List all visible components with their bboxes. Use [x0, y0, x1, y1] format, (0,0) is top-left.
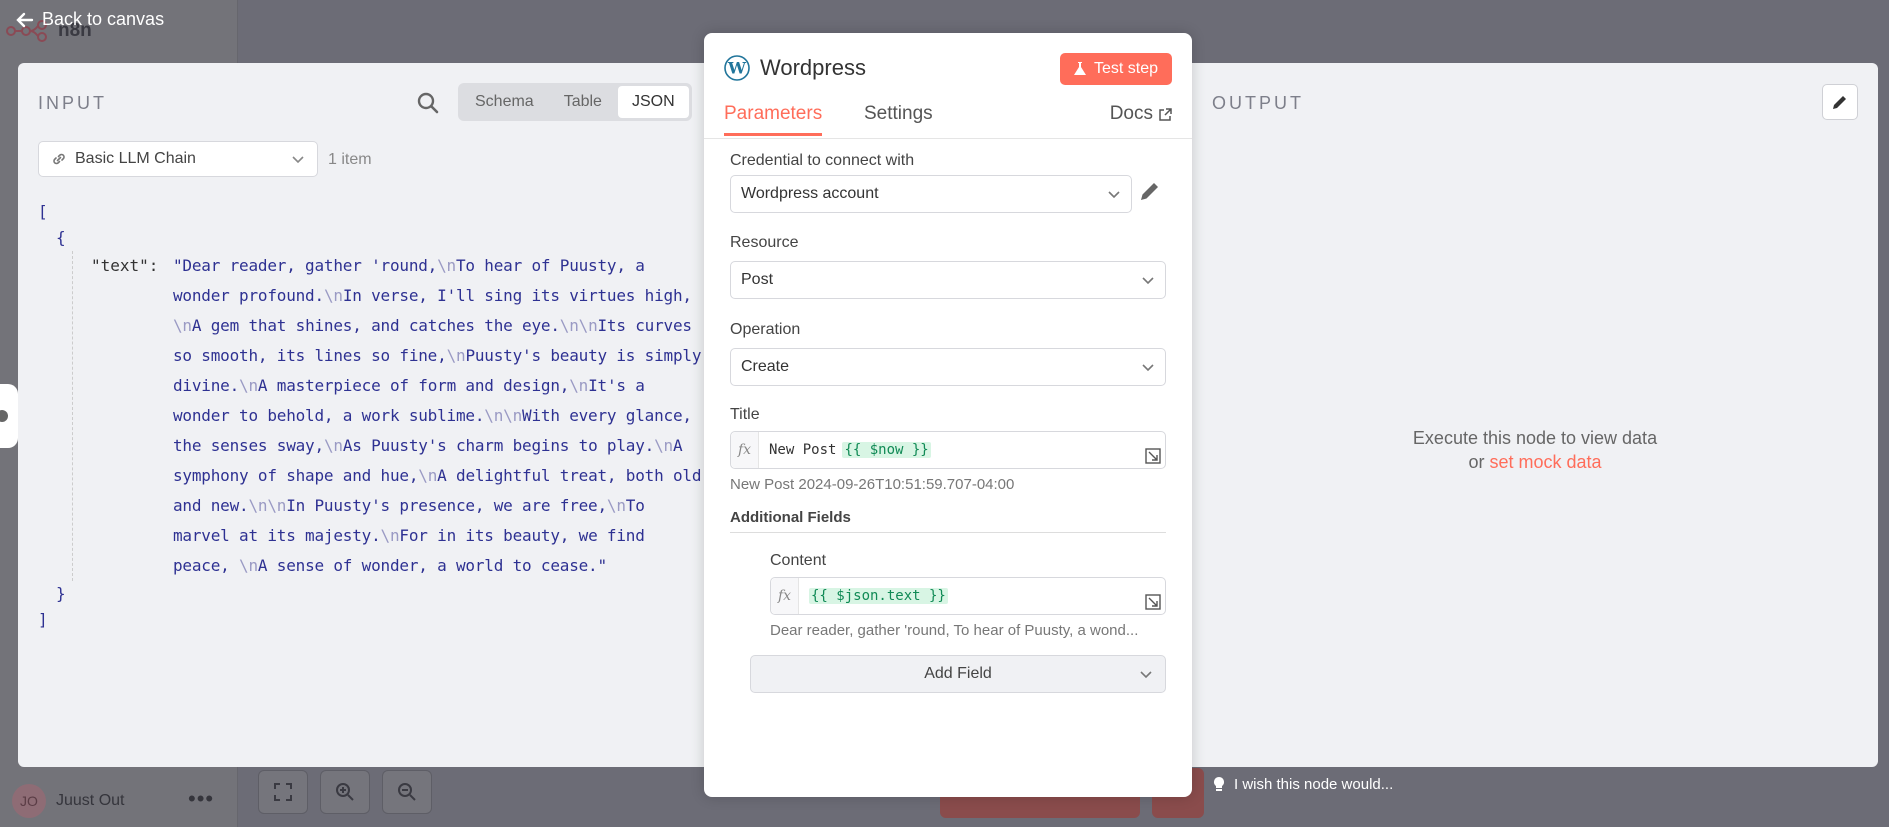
- svg-text:W: W: [727, 59, 747, 78]
- node-settings-panel: W Wordpress Test step Parameters Setting…: [704, 33, 1192, 797]
- json-key: "text":: [91, 256, 159, 275]
- content-label: Content: [770, 552, 827, 569]
- resource-select[interactable]: Post: [730, 261, 1166, 299]
- json-view: [ { "text": "Dear reader, gather 'round,…: [38, 199, 708, 633]
- zoom-out-icon: [398, 783, 416, 801]
- credential-select[interactable]: Wordpress account: [730, 175, 1132, 213]
- zoom-in-button[interactable]: [320, 770, 370, 814]
- user-name: Juust Out: [56, 792, 125, 809]
- tab-json[interactable]: JSON: [617, 86, 689, 118]
- input-panel: INPUT Schema Table JSON Basic LLM Chain …: [18, 63, 704, 767]
- back-label: Back to canvas: [42, 9, 165, 29]
- flask-icon: [1073, 62, 1086, 75]
- fullscreen-icon: [274, 783, 292, 801]
- chevron-down-icon: [1141, 360, 1155, 374]
- tab-schema[interactable]: Schema: [461, 86, 548, 118]
- docs-label: Docs: [1109, 103, 1153, 124]
- json-close-array: ]: [38, 610, 48, 629]
- canvas-left-handle: [0, 384, 18, 448]
- set-mock-data-link[interactable]: set mock data: [1489, 452, 1601, 472]
- feedback-label: I wish this node would...: [1234, 776, 1394, 793]
- operation-value: Create: [741, 358, 790, 375]
- chevron-down-icon: [291, 152, 305, 166]
- pencil-icon[interactable]: [1138, 179, 1162, 203]
- avatar: JO: [12, 784, 46, 818]
- tab-docs[interactable]: Docs: [1110, 103, 1172, 133]
- output-message-or: or: [1468, 452, 1485, 472]
- expand-icon[interactable]: [1145, 594, 1161, 610]
- chevron-down-icon: [1141, 273, 1155, 287]
- fx-icon: fx: [771, 578, 799, 614]
- search-icon[interactable]: [416, 91, 440, 115]
- feedback-link[interactable]: I wish this node would...: [1212, 776, 1393, 793]
- json-value: "Dear reader, gather 'round,\nTo hear of…: [173, 256, 702, 575]
- wordpress-icon: W: [724, 55, 750, 81]
- title-preview: New Post 2024-09-26T10:51:59.707-04:00: [730, 476, 1015, 493]
- input-node-select[interactable]: Basic LLM Chain: [38, 141, 318, 177]
- external-link-icon: [1159, 107, 1172, 121]
- add-field-label: Add Field: [924, 665, 992, 682]
- node-name: Wordpress: [760, 55, 866, 80]
- add-field-button[interactable]: Add Field: [750, 655, 1166, 693]
- output-title: OUTPUT: [1212, 93, 1304, 113]
- test-step-label: Test step: [1093, 60, 1158, 77]
- arrow-left-icon: [16, 12, 34, 27]
- node-header: W Wordpress: [724, 55, 866, 81]
- output-message-line1: Execute this node to view data: [1412, 428, 1658, 448]
- output-empty-message: Execute this node to view data or set mo…: [1360, 426, 1710, 474]
- credential-label: Credential to connect with: [730, 152, 915, 169]
- title-label: Title: [730, 406, 760, 423]
- input-node-name: Basic LLM Chain: [75, 150, 196, 167]
- operation-label: Operation: [730, 321, 801, 338]
- test-step-button[interactable]: Test step: [1059, 53, 1172, 85]
- tab-table[interactable]: Table: [550, 86, 616, 118]
- chevron-down-icon: [1139, 667, 1153, 681]
- fx-icon: fx: [731, 432, 759, 468]
- resource-label: Resource: [730, 234, 799, 251]
- input-title: INPUT: [38, 93, 107, 113]
- content-expression-template: {{ $json.text }}: [809, 588, 948, 604]
- lightbulb-icon: [1214, 776, 1224, 791]
- back-to-canvas-button[interactable]: Back to canvas: [16, 9, 164, 30]
- resource-value: Post: [741, 271, 774, 288]
- json-open-array: [: [38, 202, 48, 221]
- zoom-in-icon: [336, 783, 354, 801]
- user-menu[interactable]: JO Juust Out: [12, 784, 124, 818]
- view-mode-tabs: Schema Table JSON: [458, 83, 692, 121]
- more-icon[interactable]: •••: [188, 786, 214, 812]
- tab-settings[interactable]: Settings: [864, 103, 933, 133]
- canvas-zoom-tools: [258, 770, 432, 814]
- credential-value: Wordpress account: [741, 185, 879, 202]
- expand-icon[interactable]: [1145, 448, 1161, 464]
- content-preview: Dear reader, gather 'round, To hear of P…: [770, 622, 1139, 639]
- link-icon: [53, 153, 65, 165]
- item-count: 1 item: [328, 151, 372, 168]
- content-expression-input[interactable]: fx {{ $json.text }}: [770, 577, 1166, 615]
- operation-select[interactable]: Create: [730, 348, 1166, 386]
- title-expression-text: New Post: [769, 442, 837, 458]
- pencil-icon: [1833, 96, 1846, 109]
- edit-output-button[interactable]: [1822, 84, 1858, 120]
- title-expression-template: {{ $now }}: [842, 442, 931, 458]
- chevron-down-icon: [1107, 187, 1121, 201]
- json-open-object: {: [56, 228, 66, 247]
- additional-fields-heading: Additional Fields: [730, 509, 1166, 533]
- fit-view-button[interactable]: [258, 770, 308, 814]
- title-expression-input[interactable]: fx New Post {{ $now }}: [730, 431, 1166, 469]
- node-tabs: Parameters Settings Docs: [704, 103, 1192, 139]
- zoom-out-button[interactable]: [382, 770, 432, 814]
- json-close-object: }: [56, 584, 66, 603]
- tab-parameters[interactable]: Parameters: [724, 103, 823, 136]
